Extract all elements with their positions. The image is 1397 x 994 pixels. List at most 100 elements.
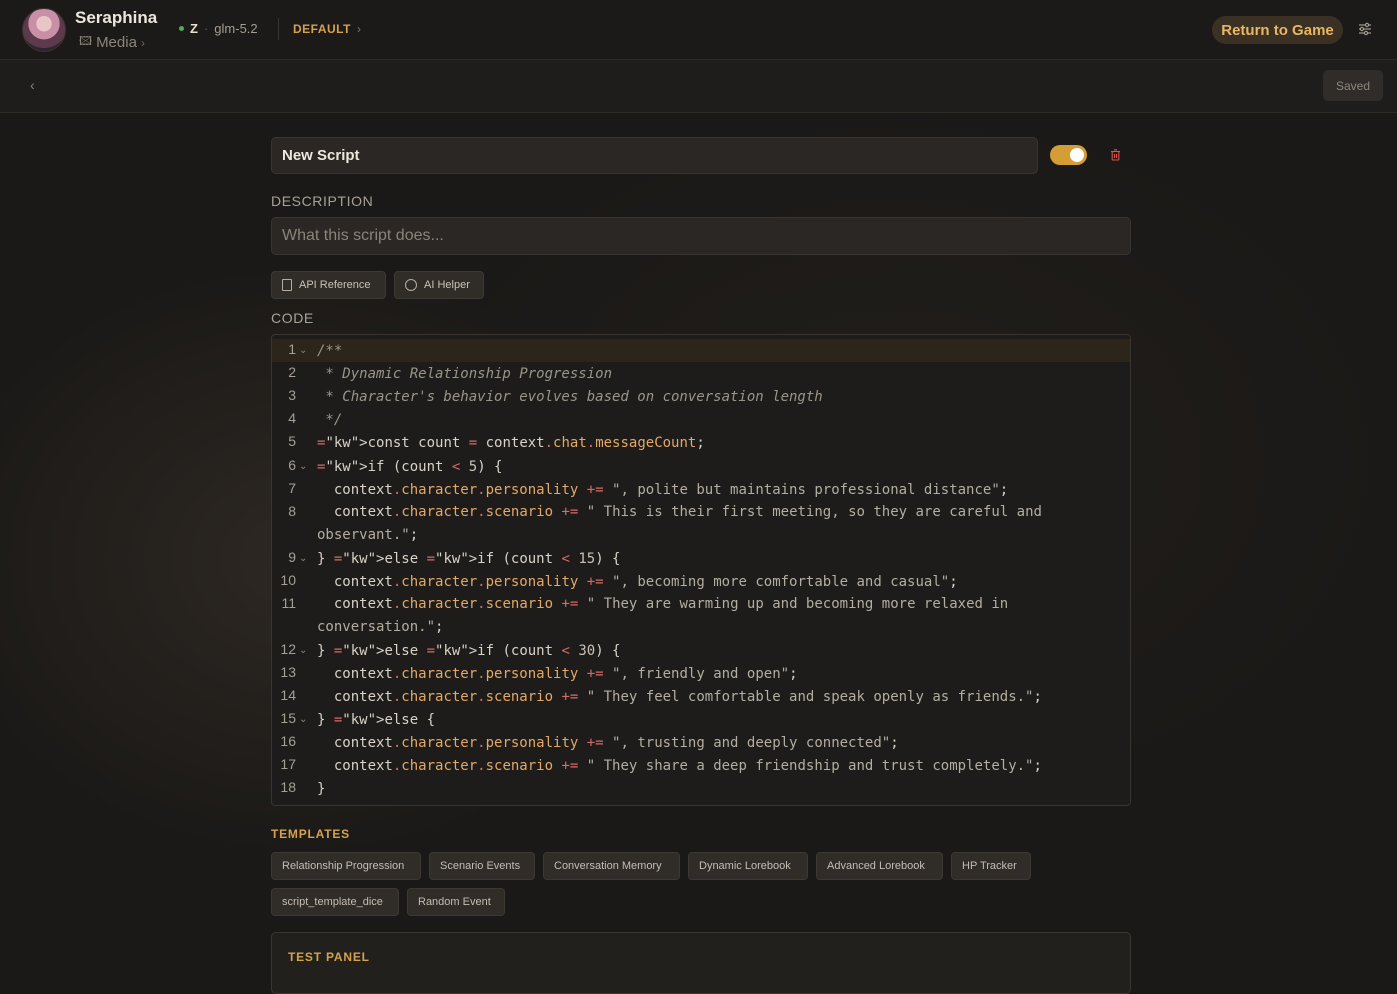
code-line: 10 context.character.personality += ", b… <box>272 570 1130 593</box>
line-number: 3 <box>288 387 296 403</box>
template-button[interactable]: Dynamic Lorebook <box>688 852 808 880</box>
code-text: context.character.scenario += " This is … <box>317 504 1051 543</box>
api-reference-button[interactable]: API Reference <box>271 271 386 299</box>
line-number: 5 <box>288 433 296 449</box>
code-line: 14 context.character.scenario += " They … <box>272 685 1130 708</box>
line-number: 16 <box>280 733 296 749</box>
line-number: 13 <box>280 664 296 680</box>
code-text: } ="kw">else ="kw">if (count < 30) { <box>317 643 621 659</box>
template-button[interactable]: script_template_dice <box>271 888 399 916</box>
code-editor[interactable]: 1 ⌄ /** 2 * Dynamic Relationship Progres… <box>271 334 1131 806</box>
description-input[interactable] <box>271 217 1131 255</box>
line-number: 9 <box>288 549 296 565</box>
code-text: context.character.personality += ", beco… <box>317 574 958 590</box>
code-text: /** <box>317 343 343 359</box>
code-line: 11 context.character.scenario += " They … <box>272 593 1130 639</box>
sliders-icon[interactable] <box>1358 22 1372 36</box>
chevron-right-icon: › <box>140 35 145 50</box>
saved-button[interactable]: Saved <box>1323 70 1383 101</box>
image-icon: 🖾 <box>79 34 93 48</box>
code-text: context.character.scenario += " They sha… <box>317 758 1042 774</box>
status-dot <box>179 26 184 31</box>
line-number: 15 <box>280 710 296 726</box>
template-button[interactable]: Relationship Progression <box>271 852 421 880</box>
line-number: 8 <box>288 503 296 519</box>
line-number: 6 <box>288 457 296 473</box>
code-text: context.character.scenario += " They are… <box>317 596 1017 635</box>
template-button[interactable]: Advanced Lorebook <box>816 852 943 880</box>
template-button[interactable]: HP Tracker <box>951 852 1031 880</box>
code-line: 6 ⌄ ="kw">if (count < 5) { <box>272 454 1130 477</box>
avatar[interactable] <box>22 8 66 52</box>
code-line: 2 * Dynamic Relationship Progression <box>272 362 1130 385</box>
fold-chevron-icon[interactable]: ⌄ <box>299 714 307 725</box>
return-to-game-button[interactable]: Return to Game <box>1212 16 1343 44</box>
model-name: glm-5.2 <box>214 21 258 36</box>
provider-name: Z <box>190 21 198 36</box>
code-line: 18 } <box>272 777 1130 800</box>
fold-chevron-icon[interactable]: ⌄ <box>299 553 307 564</box>
code-line: 16 context.character.personality += ", t… <box>272 731 1130 754</box>
line-number: 4 <box>288 410 296 426</box>
brain-icon <box>405 279 417 291</box>
template-button[interactable]: Scenario Events <box>429 852 535 880</box>
back-chevron-icon[interactable]: ‹ <box>30 77 35 93</box>
code-text: ="kw">const count = context.chat.message… <box>317 435 705 451</box>
chevron-right-icon: › <box>356 22 362 36</box>
line-number: 11 <box>281 595 296 611</box>
ai-helper-button[interactable]: AI Helper <box>394 271 484 299</box>
code-text: * Dynamic Relationship Progression <box>317 366 613 382</box>
code-text: */ <box>317 412 343 428</box>
code-line: 13 context.character.personality += ", f… <box>272 662 1130 685</box>
code-text: ="kw">if (count < 5) { <box>317 459 503 475</box>
editor-toolbar <box>0 60 1397 113</box>
media-label: Media <box>96 34 137 51</box>
preset-selector[interactable]: DEFAULT › <box>293 22 361 36</box>
code-line: 5 ="kw">const count = context.chat.messa… <box>272 431 1130 454</box>
script-name-input[interactable] <box>271 137 1038 174</box>
template-button[interactable]: Random Event <box>407 888 505 916</box>
fold-chevron-icon[interactable]: ⌄ <box>299 345 307 356</box>
line-number: 1 <box>288 341 296 357</box>
code-line: 12 ⌄ } ="kw">else ="kw">if (count < 30) … <box>272 639 1130 662</box>
description-label: DESCRIPTION <box>271 193 374 209</box>
code-text: } ="kw">else { <box>317 712 436 728</box>
trash-icon[interactable] <box>1110 149 1121 161</box>
character-name[interactable]: Seraphina <box>75 8 157 28</box>
toggle-knob <box>1070 148 1084 162</box>
code-line: 1 ⌄ /** <box>272 339 1130 362</box>
line-number: 2 <box>288 364 296 380</box>
code-text: * Character's behavior evolves based on … <box>317 389 823 405</box>
template-button[interactable]: Conversation Memory <box>543 852 680 880</box>
code-line: 17 context.character.scenario += " They … <box>272 754 1130 777</box>
code-line: 3 * Character's behavior evolves based o… <box>272 385 1130 408</box>
code-line: 15 ⌄ } ="kw">else { <box>272 708 1130 731</box>
code-label: CODE <box>271 310 314 326</box>
code-text: context.character.personality += ", poli… <box>317 482 1009 498</box>
top-bar: Seraphina 🖾 Media › Z · glm-5.2 DEFAULT … <box>0 0 1397 60</box>
test-panel-title: TEST PANEL <box>288 950 370 964</box>
divider <box>278 18 279 40</box>
code-text: } <box>317 781 326 797</box>
fold-chevron-icon[interactable]: ⌄ <box>299 461 307 472</box>
code-text: context.character.scenario += " They fee… <box>317 689 1042 705</box>
templates-title: TEMPLATES <box>271 827 350 841</box>
code-line: 9 ⌄ } ="kw">else ="kw">if (count < 15) { <box>272 547 1130 570</box>
line-number: 18 <box>280 779 296 795</box>
code-text: context.character.personality += ", frie… <box>317 666 798 682</box>
code-line: 4 */ <box>272 408 1130 431</box>
enabled-toggle[interactable] <box>1050 145 1087 165</box>
model-selector[interactable]: Z · glm-5.2 <box>179 21 258 36</box>
line-number: 17 <box>280 756 296 772</box>
code-line: 8 context.character.scenario += " This i… <box>272 501 1130 547</box>
line-number: 12 <box>280 641 296 657</box>
fold-chevron-icon[interactable]: ⌄ <box>299 645 307 656</box>
media-link[interactable]: 🖾 Media › <box>79 32 145 53</box>
separator-dot: · <box>203 21 209 36</box>
preset-label: DEFAULT <box>293 22 351 36</box>
api-reference-label: API Reference <box>299 279 371 291</box>
code-line: 7 context.character.personality += ", po… <box>272 478 1130 501</box>
code-text: } ="kw">else ="kw">if (count < 15) { <box>317 551 621 567</box>
ai-helper-label: AI Helper <box>424 279 470 291</box>
test-panel <box>271 932 1131 994</box>
